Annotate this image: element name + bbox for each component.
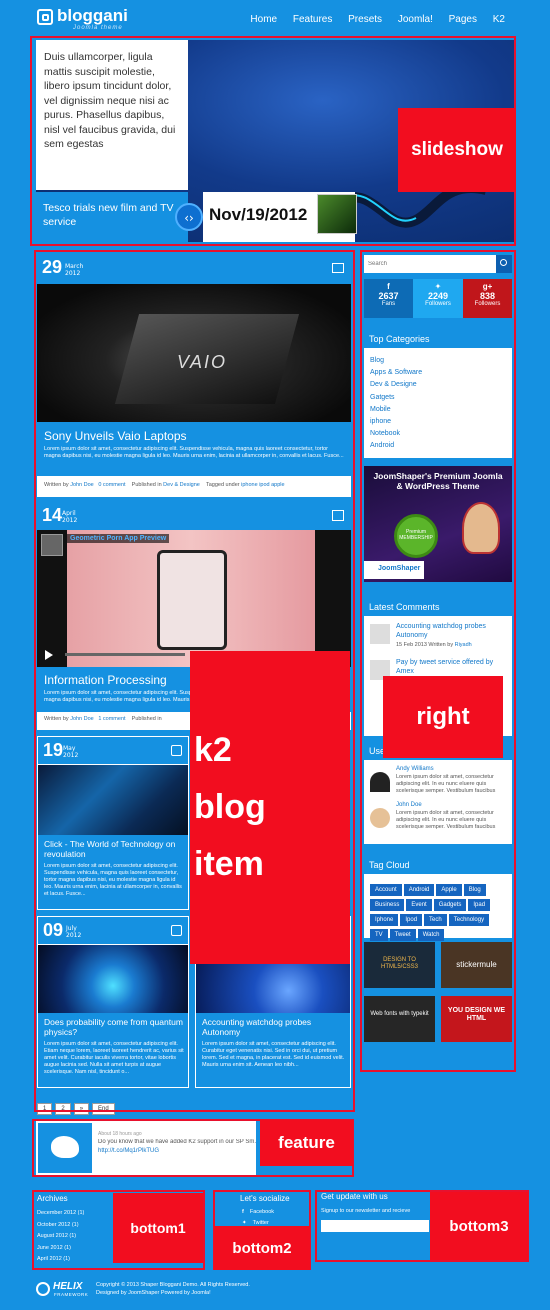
helix-sub: FRAMEWORK <box>54 1292 89 1297</box>
logo-tagline: Joomla theme <box>73 25 123 31</box>
right-label: right <box>383 676 503 758</box>
nav-features[interactable]: Features <box>293 14 332 25</box>
feature-label: feature <box>260 1120 353 1166</box>
header: bloggani Joomla theme Home Features Pres… <box>0 0 550 38</box>
helix-logo[interactable]: HELIX FRAMEWORK <box>36 1280 92 1302</box>
helix-icon <box>36 1282 50 1296</box>
slideshow-label: slideshow <box>398 108 516 192</box>
nav-joomla[interactable]: Joomla! <box>398 14 433 25</box>
nav-k2[interactable]: K2 <box>493 14 505 25</box>
footer: HELIX FRAMEWORK Copyright © 2013 Shaper … <box>0 1276 550 1310</box>
k2-label: k2 blog item <box>190 651 350 964</box>
designed-by: Designed by JoomShaper Powered by Joomla… <box>96 1290 211 1296</box>
logo-icon <box>37 9 53 25</box>
copyright: Copyright © 2013 Shaper Bloggani Demo. A… <box>96 1282 250 1288</box>
bottom1-label: bottom1 <box>113 1193 203 1263</box>
nav-presets[interactable]: Presets <box>348 14 382 25</box>
logo-text: bloggani <box>57 6 128 25</box>
bottom2-label: bottom2 <box>214 1226 310 1270</box>
nav-pages[interactable]: Pages <box>449 14 477 25</box>
helix-brand: HELIX <box>53 1281 83 1292</box>
right-region <box>360 250 516 1072</box>
nav-home[interactable]: Home <box>250 14 277 25</box>
logo[interactable]: bloggani Joomla theme <box>37 6 157 33</box>
main-nav: Home Features Presets Joomla! Pages K2 <box>237 14 505 25</box>
bottom3-label: bottom3 <box>430 1192 528 1260</box>
